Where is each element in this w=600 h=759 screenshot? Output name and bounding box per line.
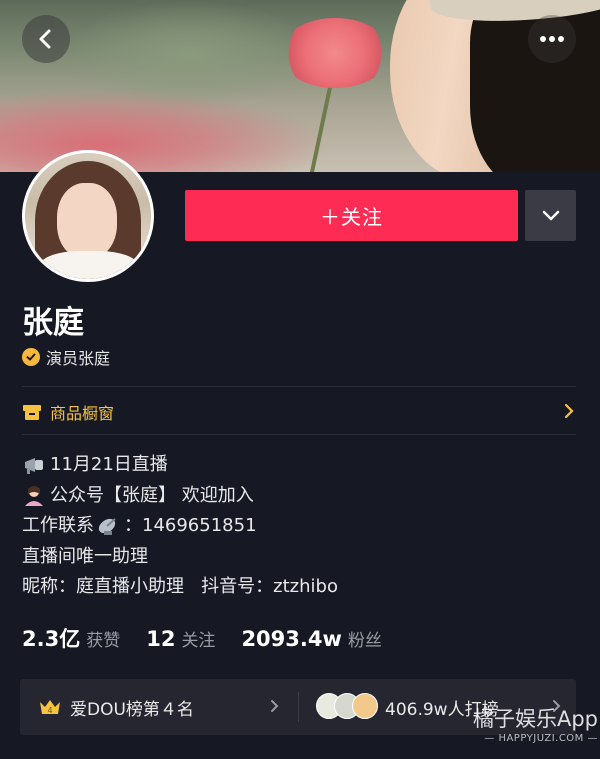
chevron-left-icon (39, 29, 51, 49)
avatar[interactable] (22, 150, 154, 282)
bio-line: 工作联系 ：1469651851 (22, 511, 338, 542)
profile-stats: 2.3亿 获赞 12 关注 2093.4w 粉丝 (22, 623, 408, 653)
shop-icon (23, 405, 41, 420)
svg-text:4: 4 (47, 706, 52, 715)
fan-avatars (316, 693, 378, 719)
recommend-dropdown-button[interactable] (525, 190, 576, 241)
following-count[interactable]: 12 (146, 627, 175, 651)
bio-text: 昵称：庭直播小助理 抖音号：ztzhibo (22, 576, 338, 597)
bio-text: ：1469651851 (124, 515, 257, 536)
divider (298, 692, 299, 722)
chevron-right-icon (271, 700, 279, 712)
cover-photo (0, 0, 600, 172)
bio: 11月21日直播 公众号【张庭】 欢迎加入 工作联系 ：1469651851 直… (22, 450, 338, 603)
bio-line: 公众号【张庭】 欢迎加入 (22, 481, 338, 512)
profile-name: 张庭 (22, 305, 84, 341)
bio-line: 11月21日直播 (22, 450, 338, 481)
followers-label[interactable]: 粉丝 (348, 626, 382, 651)
divider (22, 386, 576, 387)
bio-line: 昵称：庭直播小助理 抖音号：ztzhibo (22, 572, 338, 603)
bio-line: 直播间唯一助理 (22, 542, 338, 573)
bio-text: 直播间唯一助理 (22, 545, 148, 567)
person-tipping-hand-icon (25, 485, 43, 506)
verified-badge: 演员张庭 (22, 345, 110, 369)
bio-text: 公众号【张庭】 欢迎加入 (50, 484, 254, 506)
watermark-title: 橘子娱乐App (472, 707, 598, 731)
chevron-down-icon (542, 210, 559, 220)
crown-icon: 4 (40, 700, 60, 715)
likes-count: 2.3亿 (22, 627, 81, 651)
followers-count[interactable]: 2093.4w (241, 627, 341, 651)
chevron-right-icon (564, 403, 574, 419)
more-dots-icon (540, 36, 564, 42)
back-button[interactable] (22, 15, 70, 63)
follow-button[interactable]: ＋关注 (185, 190, 518, 241)
satellite-dish-icon (98, 518, 116, 536)
following-label[interactable]: 关注 (181, 626, 215, 651)
verified-check-icon (22, 348, 40, 366)
watermark: 橘子娱乐App — HAPPYJUZI.COM — (448, 703, 598, 753)
bio-text: 11月21日直播 (50, 454, 168, 475)
fan-avatar (352, 693, 378, 719)
verified-text: 演员张庭 (46, 349, 111, 368)
shop-window-row[interactable]: 商品橱窗 (22, 399, 576, 425)
dou-rank-text: 爱DOU榜第４名 (70, 700, 194, 720)
megaphone-icon (25, 458, 43, 475)
bio-text: 工作联系 (22, 515, 94, 536)
more-button[interactable] (528, 15, 576, 63)
watermark-url: — HAPPYJUZI.COM — (484, 733, 598, 744)
likes-label: 获赞 (86, 631, 121, 651)
divider (22, 434, 576, 435)
shop-window-label: 商品橱窗 (50, 404, 115, 423)
